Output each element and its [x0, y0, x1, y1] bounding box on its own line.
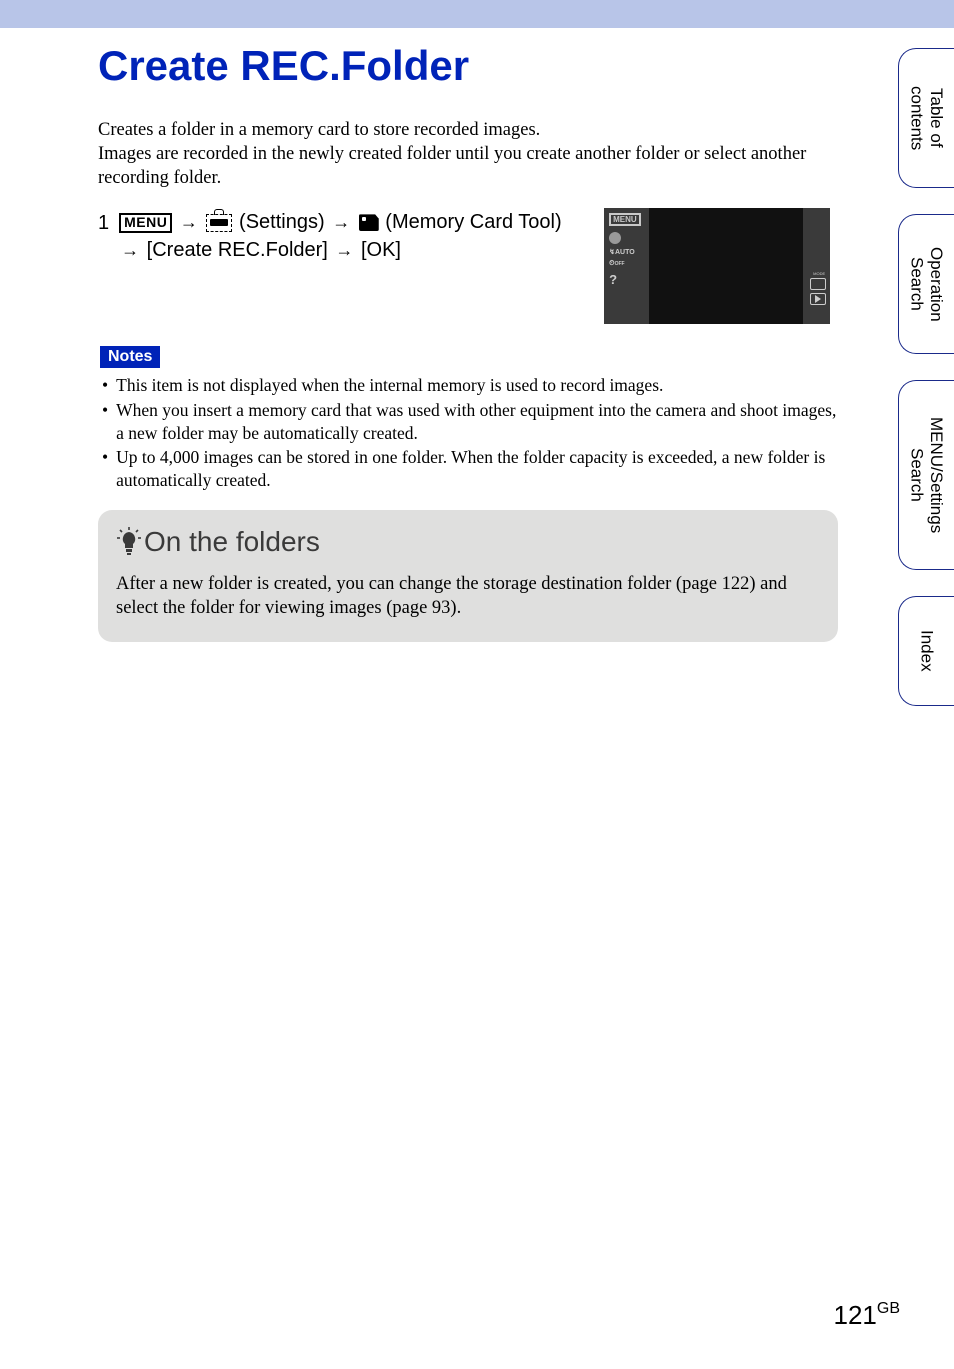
tip-body: After a new folder is created, you can c… — [116, 572, 816, 620]
camera-screen-thumbnail: MENU ↯AUTO ⏲OFF ? — [604, 208, 830, 324]
thumb-right-icons — [810, 278, 826, 305]
page-suffix: GB — [877, 1300, 900, 1317]
create-text: [Create REC.Folder] — [141, 239, 333, 261]
tab-label: Table of contents — [907, 86, 946, 150]
tip-header: On the folders — [116, 526, 820, 558]
arrow-icon: → — [121, 240, 139, 260]
thumb-flash-auto: ↯AUTO — [609, 248, 635, 256]
thumb-timer-off: ⏲OFF — [609, 260, 635, 268]
tab-menu-settings-search[interactable]: MENU/Settings Search — [898, 380, 954, 570]
page-title: Create REC.Folder — [98, 42, 840, 90]
step-instruction: MENU → (Settings) → (Memory Card Tool) →… — [119, 208, 589, 264]
tip-box: On the folders After a new folder is cre… — [98, 510, 838, 642]
tab-label: Index — [917, 630, 937, 672]
arrow-icon: → — [335, 240, 353, 260]
tab-label: MENU/Settings Search — [907, 417, 946, 533]
thumb-playback-icon — [810, 293, 826, 305]
tab-table-of-contents[interactable]: Table of contents — [898, 48, 954, 188]
step-number: 1 — [98, 212, 109, 235]
thumb-mode-icon — [810, 278, 826, 290]
memory-card-icon — [359, 214, 379, 231]
menu-icon: MENU — [119, 213, 172, 232]
notes-label: Notes — [100, 346, 160, 368]
page-num-value: 121 — [833, 1300, 876, 1330]
notes-section: Notes This item is not displayed when th… — [98, 346, 840, 492]
side-tabs: Table of contents Operation Search MENU/… — [898, 48, 954, 706]
arrow-icon: → — [180, 212, 198, 232]
thumb-left-icons: ↯AUTO ⏲OFF ? — [609, 232, 635, 287]
note-item: Up to 4,000 images can be stored in one … — [98, 446, 838, 492]
settings-toolbox-icon — [206, 214, 232, 232]
thumb-face-icon — [609, 232, 621, 244]
thumb-help-icon: ? — [609, 272, 635, 287]
thumb-menu-icon: MENU — [609, 213, 641, 226]
step-1: 1 MENU → (Settings) → (Memory Card Tool)… — [98, 208, 840, 324]
intro-text: Creates a folder in a memory card to sto… — [98, 118, 838, 190]
notes-list: This item is not displayed when the inte… — [98, 374, 838, 492]
top-accent-bar — [0, 0, 954, 28]
tab-operation-search[interactable]: Operation Search — [898, 214, 954, 354]
arrow-icon: → — [332, 212, 350, 232]
tab-label: Operation Search — [907, 247, 946, 322]
ok-text: [OK] — [355, 239, 401, 261]
main-content: Create REC.Folder Creates a folder in a … — [0, 28, 840, 642]
note-item: When you insert a memory card that was u… — [98, 399, 838, 445]
page-number: 121GB — [833, 1300, 900, 1331]
tab-index[interactable]: Index — [898, 596, 954, 706]
lightbulb-icon — [116, 527, 142, 557]
tool-text: (Memory Card Tool) — [380, 211, 562, 233]
settings-text: (Settings) — [233, 211, 330, 233]
note-item: This item is not displayed when the inte… — [98, 374, 838, 397]
tip-title: On the folders — [144, 526, 320, 558]
